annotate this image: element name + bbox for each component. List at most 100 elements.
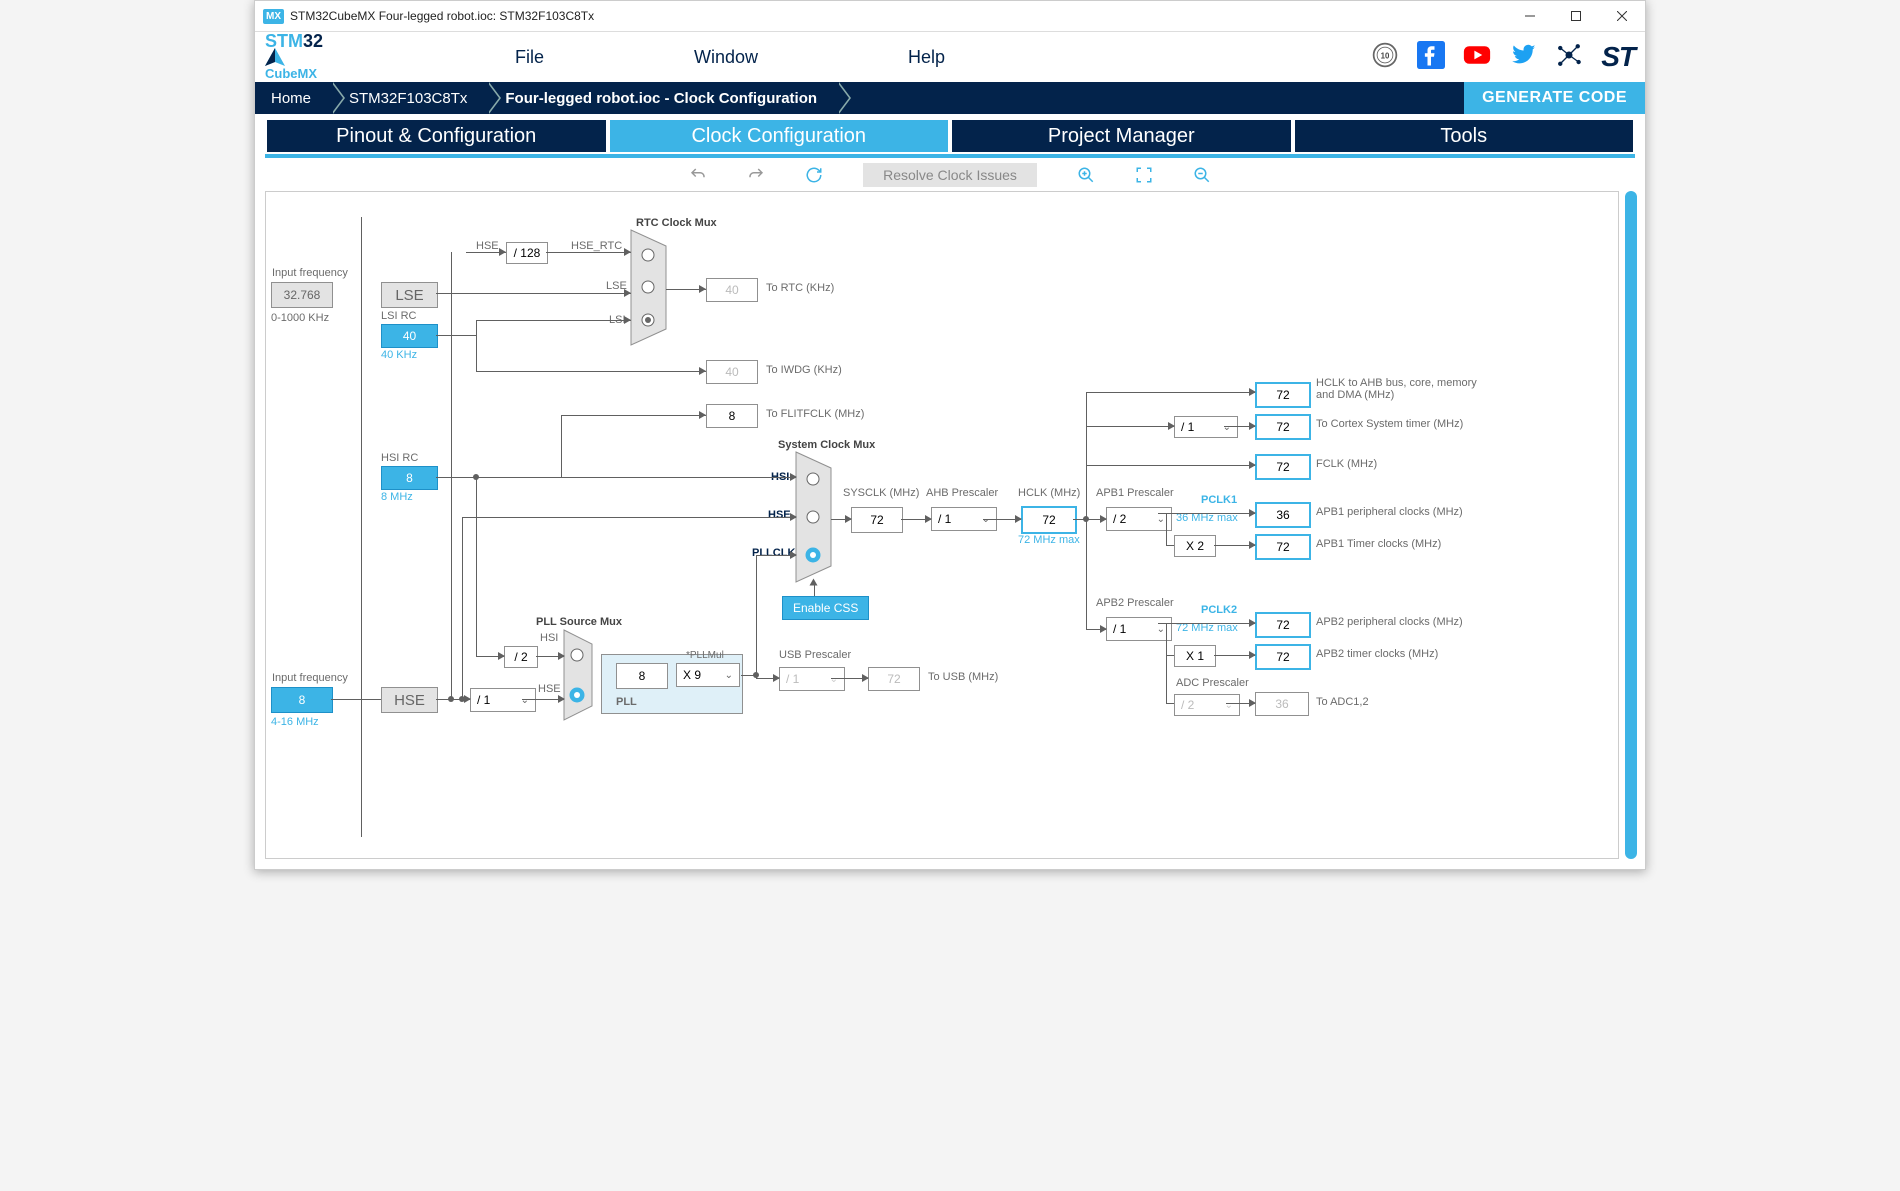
vertical-scrollbar[interactable] [1625,191,1637,859]
apb1-mult: X 2 [1174,535,1216,557]
tab-project[interactable]: Project Manager [950,118,1293,154]
toolbar: Resolve Clock Issues [255,158,1645,192]
hse-freq-label: Input frequency [272,672,348,684]
menubar: STM32 CubeMX File Window Help 10 ST [255,32,1645,82]
clock-canvas[interactable]: Input frequency 32.768 0-1000 KHz LSE LS… [265,191,1619,859]
usb-out-lbl: To USB (MHz) [928,671,998,683]
rtc-mux[interactable] [631,230,676,350]
flitf-val: 8 [706,404,758,428]
menu-items: File Window Help [515,47,945,68]
youtube-icon[interactable] [1463,41,1491,74]
menu-help[interactable]: Help [908,47,945,68]
hse-prescaler[interactable]: / 1⌄ [470,688,536,712]
hsi-unit: 8 MHz [381,491,413,503]
hsi-osc: 8 [381,466,438,490]
out-fclk-lbl: FCLK (MHz) [1316,458,1377,470]
hsi-label: HSI RC [381,452,418,464]
app-badge: MX [263,9,284,24]
ahb-lbl: AHB Prescaler [926,487,998,499]
app-logo: STM32 CubeMX [265,34,345,81]
sysclk-val[interactable]: 72 [851,507,903,533]
crumb-chip[interactable]: STM32F103C8Tx [333,82,489,114]
twitter-icon[interactable] [1509,41,1537,74]
pclk1-lbl: PCLK1 [1201,494,1237,506]
menu-file[interactable]: File [515,47,544,68]
hse-rtc-lbl: HSE_RTC [571,240,622,252]
hclk-val[interactable]: 72 [1021,506,1077,534]
pllmul-val: X 9 [683,668,701,682]
apb1-lbl: APB1 Prescaler [1096,487,1174,499]
crumb-home[interactable]: Home [255,82,333,114]
adc-out-lbl: To ADC1,2 [1316,696,1369,708]
community-icon[interactable] [1555,41,1583,74]
systick-prescaler[interactable]: / 1⌄ [1174,416,1238,438]
apb2-timer-lbl: APB2 timer clocks (MHz) [1316,648,1438,660]
tab-tools[interactable]: Tools [1293,118,1636,154]
redo-icon[interactable] [747,166,765,184]
hse-to-div128-lbl: HSE [476,240,499,252]
iwdg-out-val: 40 [706,360,758,384]
rtc-mux-label: RTC Clock Mux [636,217,717,229]
facebook-icon[interactable] [1417,41,1445,74]
refresh-icon[interactable] [805,166,823,184]
lse-osc: LSE [381,282,438,308]
hse-freq-input[interactable]: 8 [271,687,333,713]
maximize-button[interactable] [1553,1,1599,31]
pll-hse-lbl: HSE [538,683,561,695]
st-logo[interactable]: ST [1601,41,1635,73]
hclk-lbl: HCLK (MHz) [1018,487,1080,499]
lse-freq-input[interactable]: 32.768 [271,282,333,308]
usb-val: 72 [868,667,920,691]
apb1-prescaler[interactable]: / 2⌄ [1106,507,1172,531]
zoom-out-icon[interactable] [1193,166,1211,184]
apb2-periph-val: 72 [1255,612,1311,638]
window-title: STM32CubeMX Four-legged robot.ioc: STM32… [290,9,594,23]
lsi-unit: 40 KHz [381,349,417,361]
hclk-max: 72 MHz max [1018,534,1080,546]
pll-val: 8 [616,663,668,689]
adc-prescaler[interactable]: / 2⌄ [1174,694,1240,716]
undo-icon[interactable] [689,166,707,184]
window-buttons [1507,1,1645,31]
usb-prescaler[interactable]: / 1⌄ [779,667,845,691]
pll-source-mux[interactable] [564,630,599,725]
out-systick-val: 72 [1255,414,1311,440]
apb2-prescaler[interactable]: / 1⌄ [1106,617,1172,641]
flitf-lbl: To FLITFCLK (MHz) [766,408,864,420]
resolve-clock-button[interactable]: Resolve Clock Issues [863,163,1037,187]
crumb-page[interactable]: Four-legged robot.ioc - Clock Configurat… [489,82,839,114]
pllmul-lbl: *PLLMul [686,650,724,661]
menu-window[interactable]: Window [694,47,758,68]
close-button[interactable] [1599,1,1645,31]
anniversary-icon[interactable]: 10 [1371,41,1399,74]
rtc-out-lbl: To RTC (KHz) [766,282,834,294]
tab-clock[interactable]: Clock Configuration [608,118,951,154]
generate-code-button[interactable]: GENERATE CODE [1464,82,1645,114]
zoom-fit-icon[interactable] [1135,166,1153,184]
hse-osc: HSE [381,687,438,713]
pclk2-lbl: PCLK2 [1201,604,1237,616]
adc-val: 36 [1255,692,1309,716]
apb2-periph-lbl: APB2 peripheral clocks (MHz) [1316,616,1463,628]
pllmul-select[interactable]: X 9⌄ [676,663,740,687]
zoom-in-icon[interactable] [1077,166,1095,184]
adc-presc-val: / 2 [1181,698,1194,712]
logo-cube: Cube [265,66,298,81]
apb1-periph-val: 36 [1255,502,1311,528]
out-systick-lbl: To Cortex System timer (MHz) [1316,418,1463,430]
minimize-button[interactable] [1507,1,1553,31]
apb1-timer-lbl: APB1 Timer clocks (MHz) [1316,538,1441,550]
apb1-presc-val: / 2 [1113,512,1126,526]
apb2-presc-val: / 1 [1113,622,1126,636]
out-fclk-val: 72 [1255,454,1311,480]
sysmux-hse: HSE [768,509,791,521]
enable-css-button[interactable]: Enable CSS [782,596,869,620]
svg-text:10: 10 [1381,51,1390,60]
out-hclk-bus-lbl: HCLK to AHB bus, core, memory and DMA (M… [1316,377,1486,401]
usb-presc-lbl: USB Prescaler [779,649,851,661]
logo-mx: MX [298,66,318,81]
ahb-val: / 1 [938,512,951,526]
tab-pinout[interactable]: Pinout & Configuration [265,118,608,154]
pll-block-lbl: PLL [616,696,637,708]
sysclk-lbl: SYSCLK (MHz) [843,487,919,499]
